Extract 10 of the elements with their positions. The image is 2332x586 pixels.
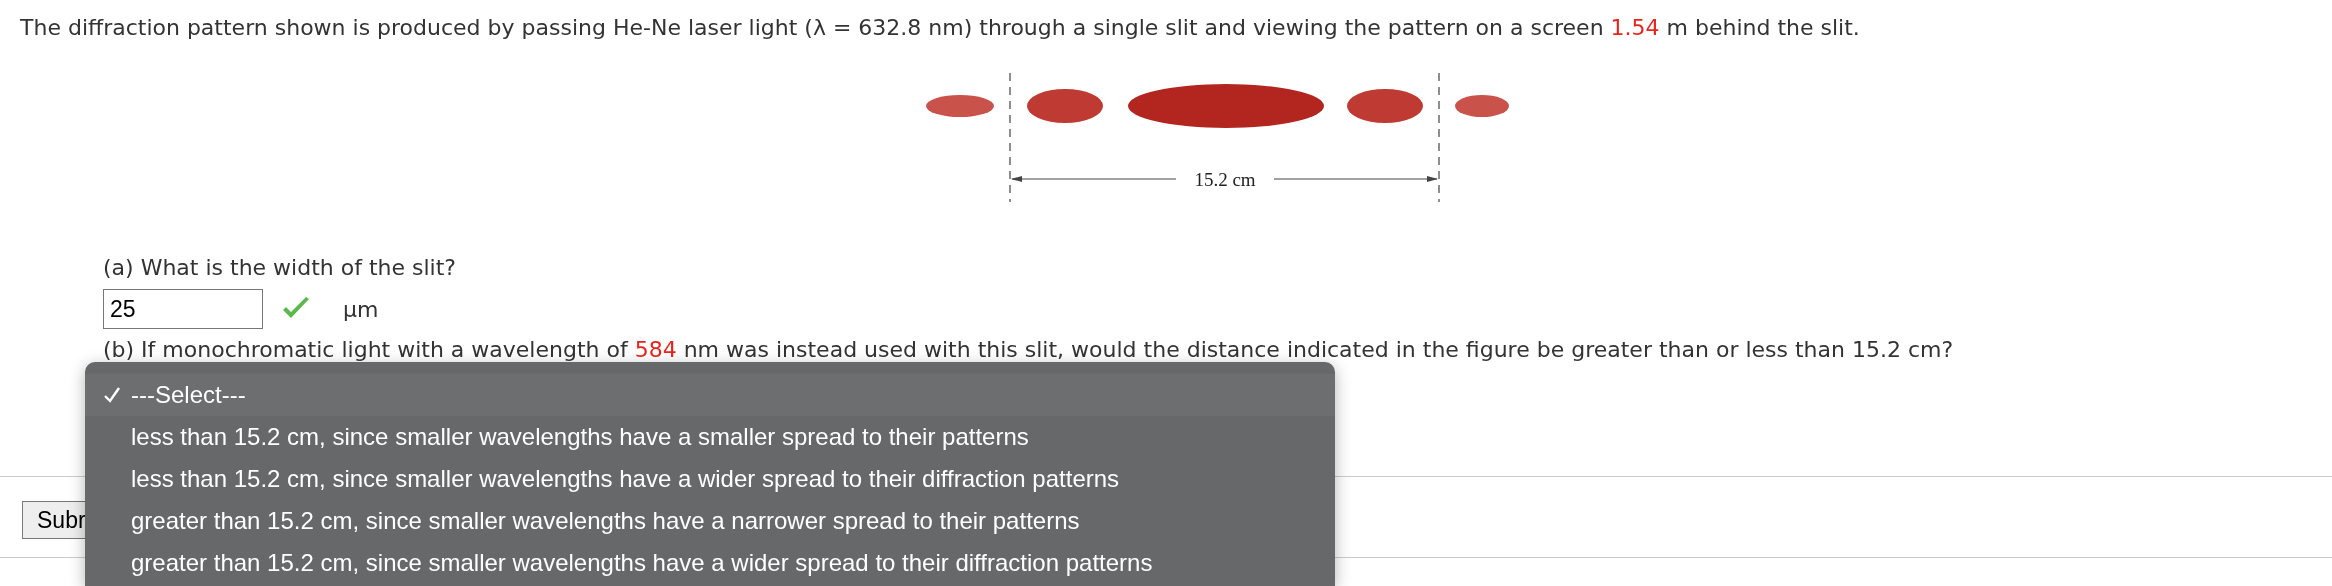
menu-option[interactable]: less than 15.2 cm, since smaller wavelengths have a smaller spread to their patterns xyxy=(85,416,1335,458)
menu-option[interactable]: less than 15.2 cm, since smaller wavelengths have a wider spread to their diffraction patterns xyxy=(85,458,1335,500)
question-text: (a) What is the width of the slit? xyxy=(102,254,458,282)
diffraction-pattern-drawing: 15.2 cm xyxy=(920,60,1520,210)
question-text: (b) If monochromatic light with a wavelength of 584 nm was instead used with this slit, would the distance indicated in the figure be greater than or less than 15.2 cm? xyxy=(102,336,1955,364)
problem-statement: The diffraction pattern shown is produced by passing He-Ne laser light (λ = 632.8 nm) through a single slit and viewing the pattern on a screen 1.54 m behind the slit. xyxy=(19,14,1861,42)
menu-option[interactable]: ---Select--- xyxy=(85,374,1335,416)
answer-field[interactable]: 25 xyxy=(103,289,263,329)
unit-label: μm xyxy=(343,296,379,322)
menu-option[interactable]: greater than 15.2 cm, since smaller wavelengths have a wider spread to their diffraction patterns xyxy=(85,542,1335,584)
